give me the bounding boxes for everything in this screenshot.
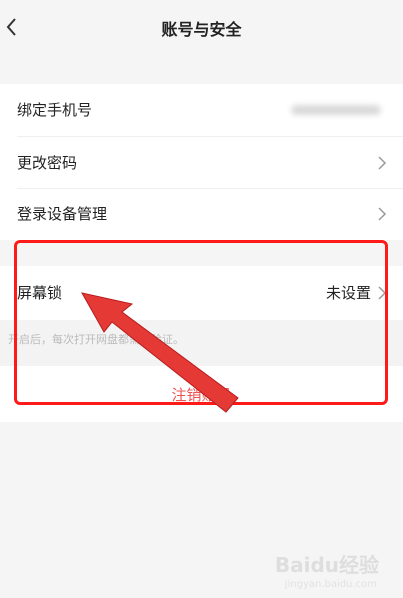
- watermark-logo: Baidu经验: [274, 553, 379, 577]
- bind-phone-label: 绑定手机号: [17, 101, 93, 119]
- device-management-row[interactable]: 登录设备管理: [0, 188, 403, 240]
- account-card: 绑定手机号 更改密码 登录设备管理: [0, 84, 403, 240]
- highlight-box: [14, 240, 388, 405]
- change-password-label: 更改密码: [17, 154, 78, 172]
- page-title: 账号与安全: [161, 20, 242, 39]
- bind-phone-row[interactable]: 绑定手机号: [0, 84, 403, 136]
- masked-phone-number: [291, 105, 381, 115]
- chevron-right-icon: [378, 156, 387, 170]
- change-password-row[interactable]: 更改密码: [0, 137, 403, 189]
- watermark-url: jingyan.baidu.com: [284, 579, 377, 590]
- top-bar: 账号与安全: [0, 0, 403, 58]
- device-management-label: 登录设备管理: [17, 205, 108, 223]
- chevron-right-icon: [378, 207, 387, 221]
